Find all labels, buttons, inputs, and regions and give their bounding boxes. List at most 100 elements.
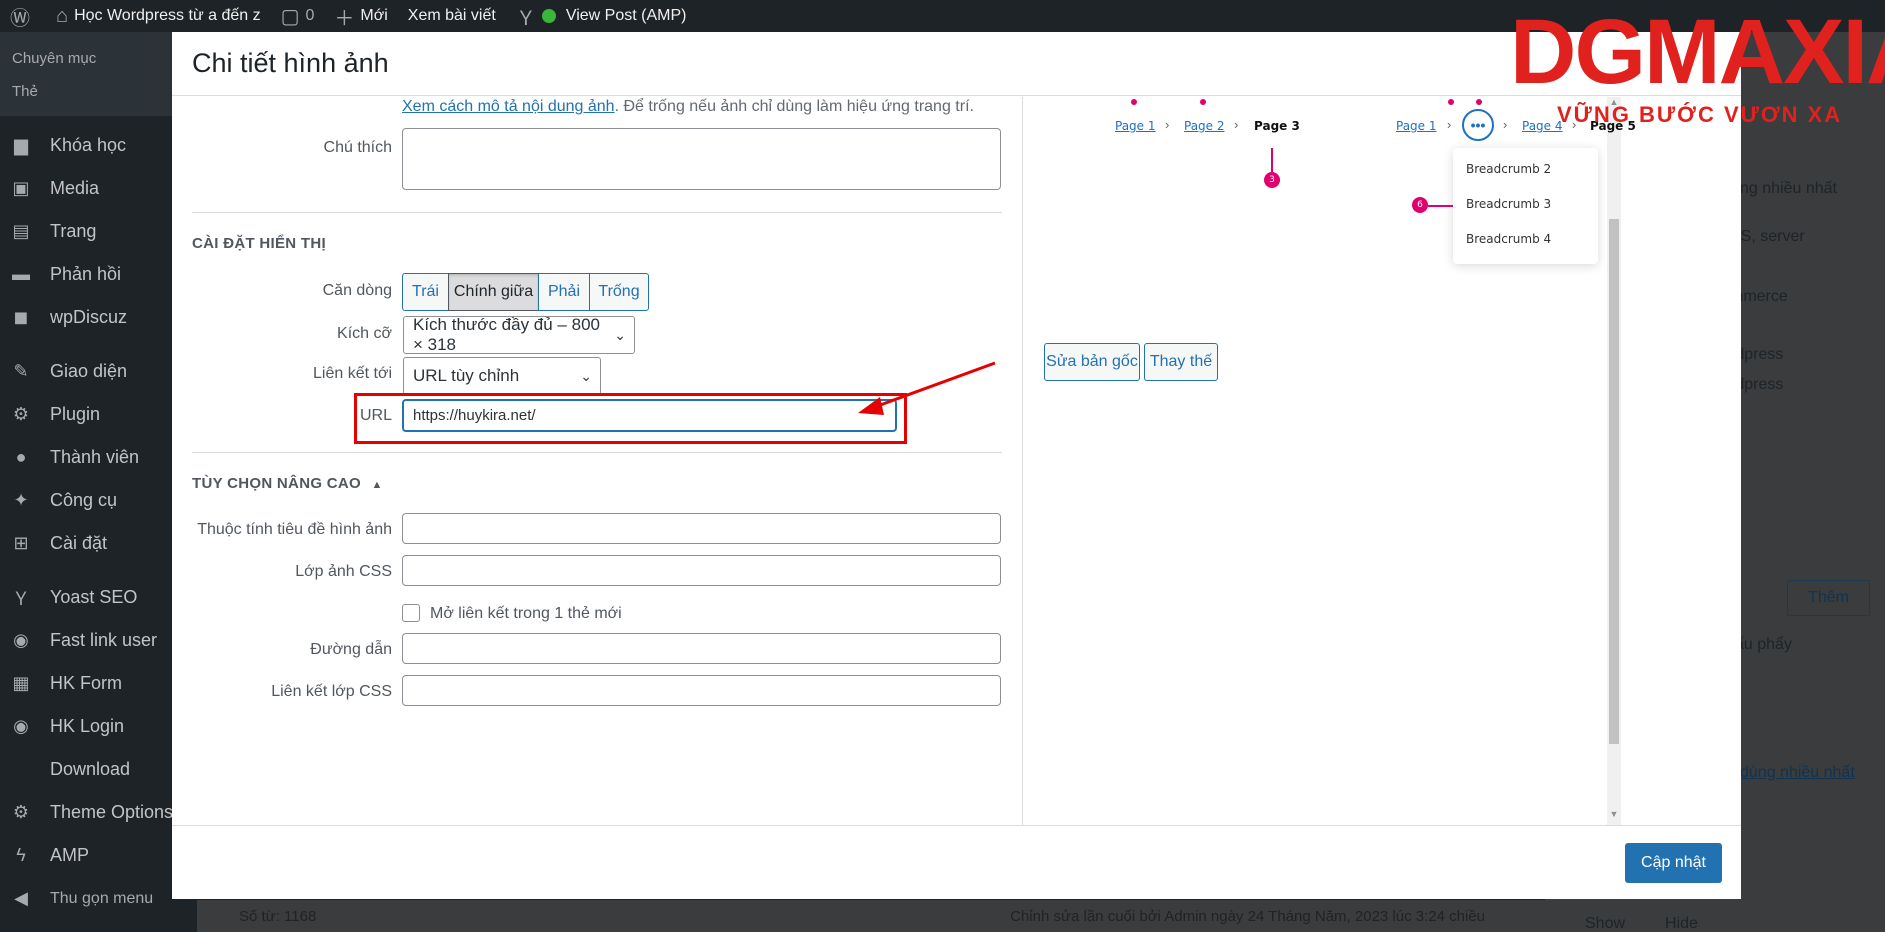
submenu-categories[interactable]: Chuyên mục xyxy=(0,42,197,75)
menu-label: Fast link user xyxy=(50,630,158,650)
menu-label: Trang xyxy=(50,221,97,241)
collapse-menu[interactable]: ◀ Thu gọn menu xyxy=(0,877,197,920)
menu-comments[interactable]: ▬ Phản hồi xyxy=(0,253,197,296)
amp-icon: ϟ xyxy=(16,845,26,865)
chevron-right-icon: › xyxy=(1447,117,1452,132)
bg-most-used: ng nhiều nhất xyxy=(1740,180,1837,197)
posts-submenu: Chuyên mục Thẻ xyxy=(0,32,197,116)
update-button[interactable]: Cập nhật xyxy=(1625,843,1722,883)
crumb-page-2: Page 2 xyxy=(1184,119,1225,133)
crumb-page-1: Page 1 xyxy=(1115,119,1156,133)
align-center-button[interactable]: Chính giữa xyxy=(448,273,539,311)
url-input[interactable]: https://huykira.net/ xyxy=(402,399,897,432)
menu-download[interactable]: Download xyxy=(0,748,197,791)
menu-appearance[interactable]: ✎ Giao diện xyxy=(0,350,197,393)
align-label: Căn dòng xyxy=(322,282,392,299)
yoast-icon: Ｙ xyxy=(12,588,30,609)
link-rel-input[interactable] xyxy=(402,633,1001,664)
menu-label: HK Login xyxy=(50,716,125,736)
settings-icon: ⊞ xyxy=(13,533,29,553)
seo-status-dot xyxy=(541,9,556,23)
breadcrumb-dropdown: Breadcrumb 2 Breadcrumb 3 Breadcrumb 4 xyxy=(1453,148,1598,264)
menu-label: Phản hồi xyxy=(50,264,122,284)
marker-badge-3: 3 xyxy=(1264,172,1280,188)
comments-count: 0 xyxy=(305,7,315,24)
image-settings-pane: Xem cách mô tả nội dung ảnh. Để trống nế… xyxy=(172,97,1023,825)
menu-tools[interactable]: ✦ Công cụ xyxy=(0,479,197,522)
menu-theme-options[interactable]: ⚙ Theme Options xyxy=(0,791,197,834)
alt-help-link[interactable]: Xem cách mô tả nội dung ảnh xyxy=(402,98,615,115)
plugin-icon: ⚙ xyxy=(12,404,30,424)
align-right-button[interactable]: Phải xyxy=(538,273,590,311)
menu-label: Công cụ xyxy=(50,490,118,510)
size-select[interactable]: Kích thước đầy đủ – 800 × 318 ⌄ xyxy=(403,315,635,354)
size-label: Kích cỡ xyxy=(337,325,392,342)
discuz-icon: ◼ xyxy=(13,307,29,327)
amp-label: View Post (AMP) xyxy=(565,7,687,24)
menu-plugins[interactable]: ⚙ Plugin xyxy=(0,393,197,436)
menu-courses[interactable]: ▆ Khóa học xyxy=(0,124,197,167)
marker-line xyxy=(1428,205,1453,207)
url-label: URL xyxy=(359,407,392,424)
collapse-icon: ◀ xyxy=(14,888,28,908)
menu-amp[interactable]: ϟ AMP xyxy=(0,834,197,877)
login-icon: ◉ xyxy=(13,716,29,736)
marker-badge-6: 6 xyxy=(1412,197,1428,213)
crumb-page-1-b: Page 1 xyxy=(1396,119,1437,133)
menu-users[interactable]: ● Thành viên xyxy=(0,436,197,479)
alt-text-help: Xem cách mô tả nội dung ảnh. Để trống nế… xyxy=(402,98,974,116)
menu-media[interactable]: ▣ Media xyxy=(0,167,197,210)
advanced-options-heading[interactable]: TÙY CHỌN NÂNG CAO ▲ xyxy=(192,475,383,492)
caption-textarea[interactable] xyxy=(402,128,1001,190)
background-status-bar: Số từ: 1168 Chỉnh sửa lần cuối bởi Admin… xyxy=(197,900,1545,932)
bg-comma-note: ấu phẩy xyxy=(1735,636,1792,653)
submenu-tags[interactable]: Thẻ xyxy=(0,75,197,108)
modal-scrollbar[interactable]: ▲ ▼ xyxy=(1607,97,1621,825)
dropdown-item: Breadcrumb 4 xyxy=(1466,232,1552,246)
link-to-select[interactable]: URL tùy chỉnh ⌄ xyxy=(403,357,601,395)
menu-label: Plugin xyxy=(50,404,101,424)
wp-logo[interactable]: Ⓦ xyxy=(0,0,46,32)
menu-label: Giao diện xyxy=(50,361,128,381)
menu-label: Media xyxy=(50,178,100,198)
menu-fast-link[interactable]: ◉ Fast link user xyxy=(0,619,197,662)
yoast-menu[interactable]: Ｙ View Post (AMP) xyxy=(506,0,697,32)
annotation-arrow xyxy=(858,361,996,415)
modal-title: Chi tiết hình ảnh xyxy=(192,48,389,78)
link-css-input[interactable] xyxy=(402,675,1001,706)
css-class-input[interactable] xyxy=(402,555,1001,586)
menu-yoast[interactable]: Ｙ Yoast SEO xyxy=(0,576,197,619)
triangle-up-icon: ▲ xyxy=(371,479,383,491)
link-to-value: URL tùy chỉnh xyxy=(413,366,520,385)
scroll-thumb[interactable] xyxy=(1609,219,1619,744)
toolbar-divider xyxy=(172,825,1741,826)
comments-link[interactable]: ▢ 0 xyxy=(271,0,325,32)
divider xyxy=(192,212,1002,213)
site-name[interactable]: ⌂ Học Wordpress từ a đến z xyxy=(46,0,271,32)
menu-settings[interactable]: ⊞ Cài đặt xyxy=(0,522,197,565)
course-icon: ▆ xyxy=(14,135,28,155)
scroll-down-arrow[interactable]: ▼ xyxy=(1607,809,1621,819)
menu-pages[interactable]: ▤ Trang xyxy=(0,210,197,253)
align-none-button[interactable]: Trống xyxy=(589,273,649,311)
new-content[interactable]: ＋ Mới xyxy=(324,0,397,32)
menu-wpdiscuz[interactable]: ◼ wpDiscuz xyxy=(0,296,197,339)
align-left-button[interactable]: Trái xyxy=(402,273,449,311)
menu-label: HK Form xyxy=(50,673,122,693)
menu-label: Cài đặt xyxy=(50,533,108,553)
title-attr-input[interactable] xyxy=(402,513,1001,544)
menu-hk-login[interactable]: ◉ HK Login xyxy=(0,705,197,748)
advanced-options-label: TÙY CHỌN NÂNG CAO xyxy=(192,475,361,492)
admin-sidebar: Chuyên mục Thẻ ▆ Khóa học ▣ Media ▤ Trang ▬… xyxy=(0,32,197,932)
new-tab-checkbox[interactable] xyxy=(402,604,420,622)
replace-button[interactable]: Thay thế xyxy=(1144,343,1218,381)
user-icon: ● xyxy=(15,447,27,467)
marker-dot xyxy=(1131,99,1137,105)
bg-list-1: PS, server xyxy=(1730,228,1805,245)
chevron-right-icon: › xyxy=(1165,117,1170,132)
view-post-link[interactable]: Xem bài viết xyxy=(398,0,506,32)
edit-original-button[interactable]: Sửa bản gốc xyxy=(1044,343,1140,381)
caption-label: Chú thích xyxy=(323,139,392,156)
menu-hk-form[interactable]: ▦ HK Form xyxy=(0,662,197,705)
size-value: Kích thước đầy đủ – 800 × 318 xyxy=(413,315,600,354)
